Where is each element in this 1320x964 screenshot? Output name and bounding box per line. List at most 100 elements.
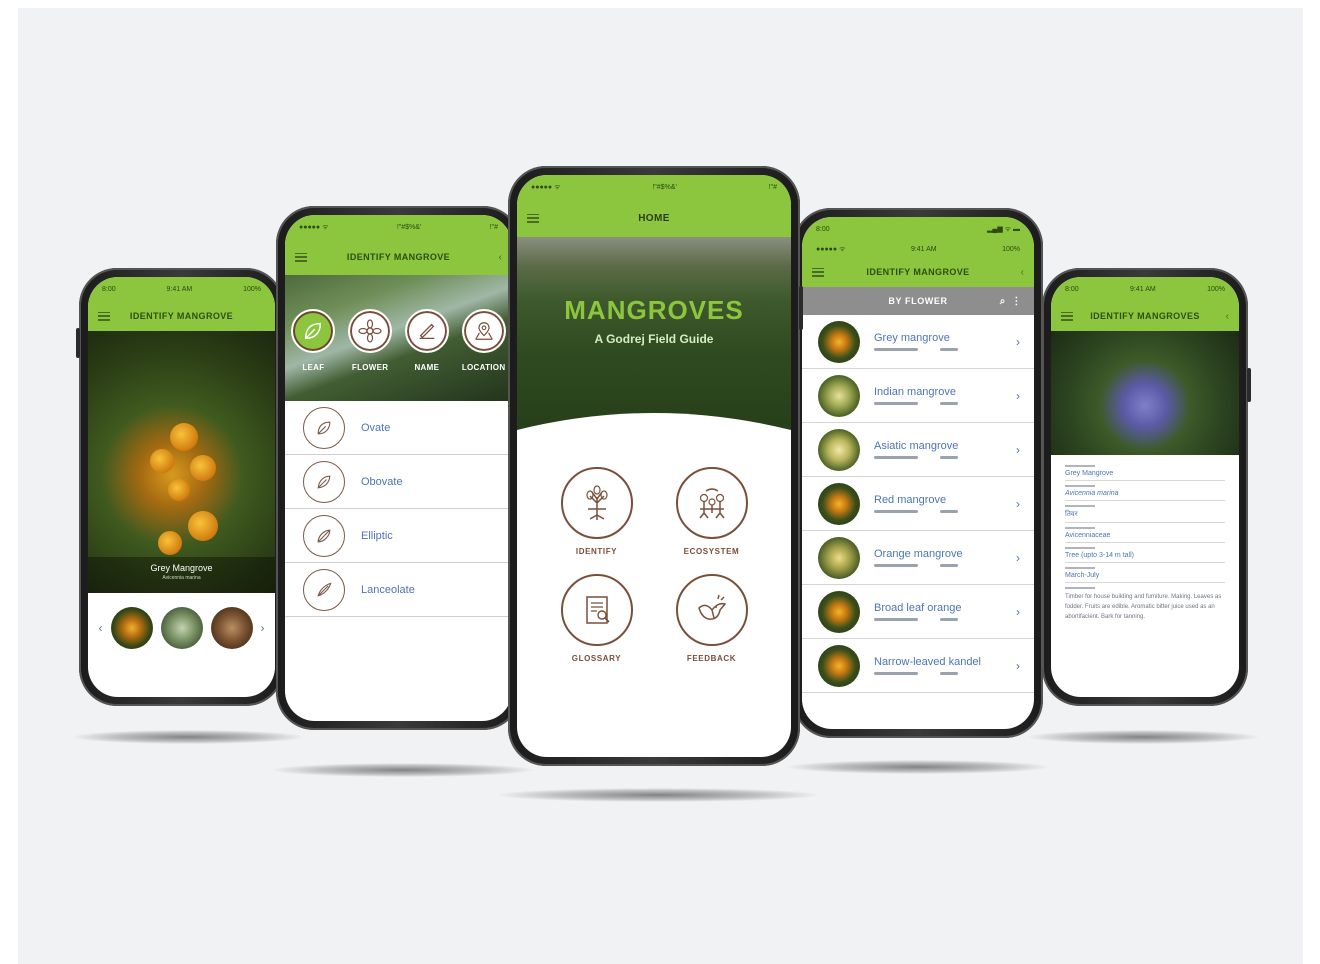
status-time: !"#$%&' [652, 183, 677, 191]
status-left: 8:00 [1065, 285, 1079, 293]
list-item-label: Elliptic [361, 529, 393, 542]
detail-row: Grey Mangrove [1065, 461, 1225, 481]
status-right: !"# [489, 223, 498, 231]
chevron-right-icon: › [1016, 550, 1020, 565]
ovate-leaf-icon [303, 406, 345, 449]
list-item[interactable]: Indian mangrove › [802, 369, 1034, 423]
species-caption: Grey Mangrove [150, 563, 213, 573]
back-icon[interactable]: ‹ [1021, 267, 1024, 278]
phone-species-detail: 8:00 9:41 AM 100% IDENTIFY MANGROVES ‹ G… [1042, 268, 1251, 706]
list-item[interactable]: Asiatic mangrove › [802, 423, 1034, 477]
list-item[interactable]: Obovate [285, 455, 512, 509]
prev-arrow[interactable]: ‹ [99, 621, 103, 635]
detail-row: March-July [1065, 563, 1225, 583]
detail-value: March-July [1065, 572, 1100, 579]
screen: 8:00 ▂▄▆ ᯤ ▬ ●●●●● ᯤ 9:41 AM 100% IDENTI… [802, 217, 1034, 729]
status-bar: 8:00 ▂▄▆ ᯤ ▬ [802, 217, 1034, 241]
obovate-leaf-icon [303, 460, 345, 503]
species-thumbnail [818, 590, 860, 633]
page-title: IDENTIFY MANGROVE [866, 267, 970, 277]
list-item[interactable]: Grey mangrove › [802, 315, 1034, 369]
glossary-button[interactable]: GLOSSARY [539, 574, 654, 663]
search-icon[interactable]: ⌕ [1000, 296, 1006, 307]
menu-label: IDENTIFY [575, 547, 618, 556]
species-name: Asiatic mangrove [874, 440, 959, 452]
menu-label: GLOSSARY [571, 654, 622, 663]
list-item[interactable]: Lanceolate [285, 563, 512, 617]
elliptic-leaf-icon [303, 514, 345, 557]
phone-species-list: 8:00 ▂▄▆ ᯤ ▬ ●●●●● ᯤ 9:41 AM 100% IDENTI… [793, 208, 1043, 738]
species-name: Narrow-leaved kandel [874, 656, 981, 668]
phone-shadow [498, 788, 818, 802]
phone-shadow [73, 730, 303, 744]
leaf-icon [291, 309, 336, 353]
list-item-label: Lanceolate [361, 583, 415, 596]
feedback-button[interactable]: FEEDBACK [654, 574, 769, 663]
status-carrier: ●●●●● ᯤ [531, 183, 561, 191]
pen-icon [404, 309, 449, 353]
species-subcaption: Avicennia marina [162, 575, 201, 581]
status-carrier: ●●●●● ᯤ [816, 245, 846, 253]
title-bar: IDENTIFY MANGROVE ‹ [285, 239, 512, 275]
app-subtitle: A Godrej Field Guide [594, 332, 714, 346]
species-details: Grey Mangrove Avicennia marina तिवर Avic… [1051, 455, 1239, 628]
ecosystem-icon [675, 467, 748, 539]
detail-value: Grey Mangrove [1065, 470, 1114, 477]
detail-row: Tree (upto 3-14 m tall) [1065, 543, 1225, 563]
list-item[interactable]: Elliptic [285, 509, 512, 563]
category-location[interactable]: LOCATION [461, 309, 506, 372]
thumbnail-image[interactable] [210, 607, 253, 649]
status-bar: 8:00 9:41 AM 100% [1051, 277, 1239, 301]
chevron-right-icon: › [1016, 442, 1020, 457]
signal-icon: ▂▄▆ ᯤ ▬ [986, 225, 1020, 233]
category-label: LEAF [302, 363, 325, 372]
status-battery: 100% [243, 285, 261, 293]
species-thumbnail [818, 374, 860, 417]
back-icon[interactable]: ‹ [499, 252, 502, 263]
next-arrow[interactable]: › [261, 621, 265, 635]
ecosystem-button[interactable]: ECOSYSTEM [654, 467, 769, 556]
screen: ●●●●● ᯤ !"#$%&' !"# HOME MANGROVES A God… [517, 175, 791, 757]
list-item[interactable]: Orange mangrove › [802, 531, 1034, 585]
species-thumbnail [818, 536, 860, 579]
flower-icon [348, 309, 393, 353]
category-flower[interactable]: FLOWER [348, 309, 393, 372]
back-icon[interactable]: ‹ [1226, 311, 1229, 322]
list-item[interactable]: Red mangrove › [802, 477, 1034, 531]
list-item[interactable]: Broad leaf orange › [802, 585, 1034, 639]
page-title: IDENTIFY MANGROVES [1090, 311, 1200, 321]
category-label: NAME [414, 363, 440, 372]
category-hero: LEAF FLOWER NAME LOCATION [285, 275, 512, 401]
species-thumbnail [818, 428, 860, 471]
side-button [76, 328, 80, 358]
phone-home: ●●●●● ᯤ !"#$%&' !"# HOME MANGROVES A God… [508, 166, 803, 766]
phone-identify-detail: 8:00 9:41 AM 100% IDENTIFY MANGROVE Grey… [76, 268, 284, 706]
status-bar: 8:00 9:41 AM 100% [88, 277, 275, 301]
chevron-right-icon: › [1016, 658, 1020, 673]
status-bar: ●●●●● ᯤ !"#$%&' !"# [517, 175, 791, 199]
status-left: 8:00 [102, 285, 116, 293]
phone-shadow [788, 760, 1048, 774]
title-bar: IDENTIFY MANGROVES ‹ [1051, 301, 1239, 331]
thumbnail-image[interactable] [160, 607, 203, 649]
category-leaf[interactable]: LEAF [291, 309, 336, 372]
list-item[interactable]: Narrow-leaved kandel › [802, 639, 1034, 693]
status-time: 9:41 AM [1130, 285, 1156, 293]
tree-roots-icon [560, 467, 633, 539]
category-name[interactable]: NAME [404, 309, 449, 372]
chevron-right-icon: › [1016, 388, 1020, 403]
status-bar: ●●●●● ᯤ !"#$%&' !"# [285, 215, 512, 239]
identify-button[interactable]: IDENTIFY [539, 467, 654, 556]
species-name: Red mangrove [874, 494, 947, 506]
detail-value: Tree (upto 3-14 m tall) [1065, 552, 1134, 559]
phone-identify-categories: ●●●●● ᯤ !"#$%&' !"# IDENTIFY MANGROVE ‹ … [276, 206, 521, 730]
filter-bar[interactable]: BY FLOWER ⌕ ⋮ [802, 287, 1034, 315]
thumbnail-image[interactable] [110, 607, 153, 649]
side-button [799, 286, 803, 330]
species-thumbnail [818, 644, 860, 687]
more-icon[interactable]: ⋮ [1011, 296, 1022, 307]
page-title: IDENTIFY MANGROVE [346, 252, 451, 262]
page-title: IDENTIFY MANGROVE [129, 311, 234, 321]
species-name: Broad leaf orange [874, 602, 962, 614]
list-item[interactable]: Ovate [285, 401, 512, 455]
